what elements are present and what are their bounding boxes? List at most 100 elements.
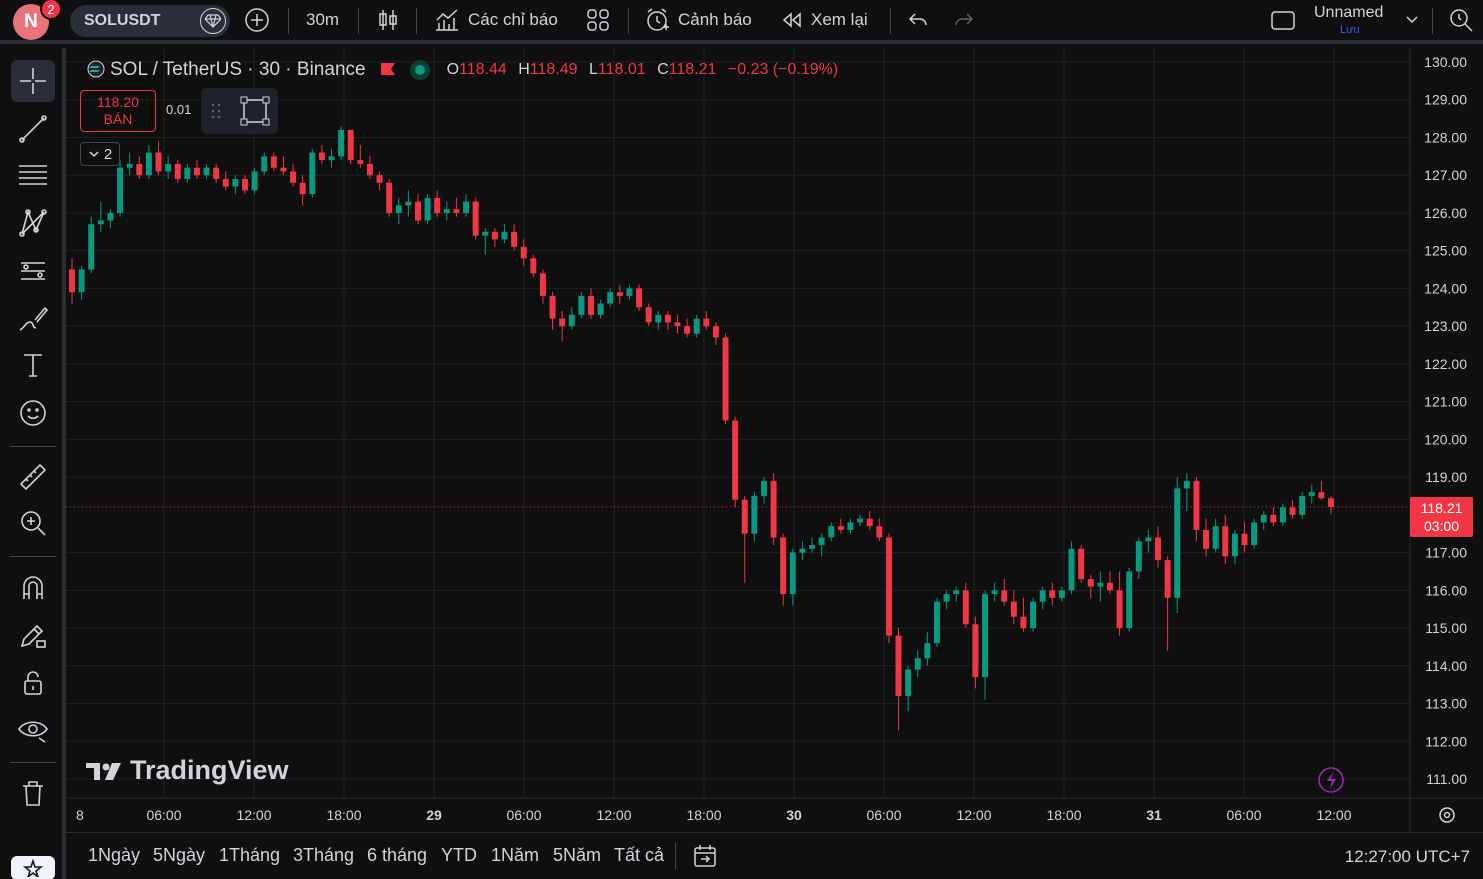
time-tick-label: 06:00 [146,807,181,823]
fib-tool[interactable] [11,154,55,196]
candle [386,178,393,217]
legend-collapse-button[interactable]: 2 [80,142,120,166]
remove-drawings-tool[interactable] [11,772,55,814]
candle-body [1222,526,1229,557]
diamond-icon[interactable] [200,8,226,34]
quick-search-button[interactable] [1448,0,1474,40]
time-tick-label: 06:00 [1226,807,1261,823]
layout-name[interactable]: Unnamed [1314,4,1383,22]
candle-body [857,518,864,523]
lock-tool[interactable] [11,662,55,704]
candle-body [587,295,594,315]
text-tool[interactable] [11,344,55,386]
tradingview-watermark: TradingView [84,755,289,786]
candle-body [876,526,883,538]
magnet-tool[interactable] [11,566,55,608]
candle [751,492,758,542]
price-tick-label: 114.00 [1425,658,1467,674]
interval-label: 30m [306,10,340,29]
candle-body [88,224,95,270]
object-tree-button[interactable] [11,856,55,879]
date-range-icon[interactable] [692,843,718,869]
layouts-button[interactable] [586,0,610,40]
symbol-search-button[interactable]: SOLUSDT [70,5,230,37]
candle-body [1212,526,1219,549]
sell-button[interactable]: 118.20 BÁN [80,90,156,132]
candle [193,160,200,179]
price-chart[interactable]: 130.00 129.00 128.00 127.00 126.00 125.00 124.… [66,48,1483,832]
range-1d[interactable]: 1Ngày [88,845,140,866]
emoji-tool[interactable] [11,392,55,434]
stay-drawing-tool[interactable] [11,614,55,656]
range-5y[interactable]: 5Năm [553,845,601,866]
prediction-tool[interactable] [11,250,55,292]
range-3m[interactable]: 3Tháng [293,845,354,866]
candle [338,126,345,161]
candle [328,148,335,168]
low-value: 118.01 [597,61,646,78]
select-rectangle-icon[interactable] [239,95,271,127]
crosshair-tool[interactable] [11,60,55,102]
market-status-icon[interactable] [408,58,432,82]
clock-timezone[interactable]: 12:27:00 UTC+7 [1345,847,1470,867]
price-tick-label: 122.00 [1424,356,1467,372]
sell-price: 118.20 [97,94,139,110]
candle [453,197,460,217]
last-price: 118.21 [1420,500,1463,516]
candle [1328,496,1334,515]
layout-menu-button[interactable] [1404,0,1420,40]
horizontal-lines-icon [19,165,47,185]
chart-area[interactable]: 130.00 129.00 128.00 127.00 126.00 125.00 124.… [66,48,1483,832]
candle-body [1145,537,1152,542]
candle [943,590,950,610]
range-1y[interactable]: 1Năm [491,845,539,866]
candle-body [338,129,345,157]
range-1m[interactable]: 1Tháng [219,845,280,866]
candle-body [885,537,892,636]
interval-button[interactable]: 30m [306,0,339,40]
range-5d[interactable]: 5Ngày [153,845,205,866]
candle-body [616,292,623,296]
top-toolbar: N 2 SOLUSDT 30m Các chỉ báo Cảnh báo Xem… [0,0,1483,44]
range-all[interactable]: Tất cả [614,845,664,866]
candle-body [741,499,748,534]
range-ytd[interactable]: YTD [441,845,477,866]
candle-body [1270,514,1277,523]
replay-button[interactable]: Xem lại [781,0,868,40]
candle-body [193,167,200,176]
legend-title[interactable]: SOL / TetherUS · 30 · Binance [110,59,366,81]
symbol-label: SOLUSDT [84,12,161,29]
flag-icon[interactable] [378,61,398,79]
undo-button[interactable] [906,0,930,40]
candle-body [1279,507,1286,523]
redo-button[interactable] [952,0,976,40]
candle-body [174,163,181,179]
trend-line-tool[interactable] [11,108,55,150]
range-6m[interactable]: 6 tháng [367,845,427,866]
candle-body [1039,590,1046,602]
candle [117,160,124,217]
drag-handle-icon[interactable] [209,101,223,121]
fullscreen-button[interactable] [1270,0,1296,40]
zoom-tool[interactable] [11,502,55,544]
candle [145,145,152,179]
visibility-tool[interactable] [11,708,55,750]
drawing-widget [201,88,278,134]
measure-tool[interactable] [11,456,55,498]
candle [809,537,816,553]
brush-icon [19,306,49,331]
brush-tool[interactable] [11,298,55,340]
pattern-tool[interactable] [11,202,55,244]
price-tick-label: 123.00 [1424,318,1467,334]
candle [693,314,700,338]
candle-body [1030,601,1037,629]
chart-type-button[interactable] [376,0,400,40]
symbol-legend: SOL / TetherUS · 30 · Binance O118.44 H1… [84,58,838,82]
candle [434,190,441,217]
candle-body [770,480,777,538]
alerts-button[interactable]: Cảnh báo [644,0,752,40]
compare-button[interactable] [244,0,270,40]
candle [424,194,431,225]
indicators-button[interactable]: Các chỉ báo [434,0,558,40]
candle [607,288,614,308]
